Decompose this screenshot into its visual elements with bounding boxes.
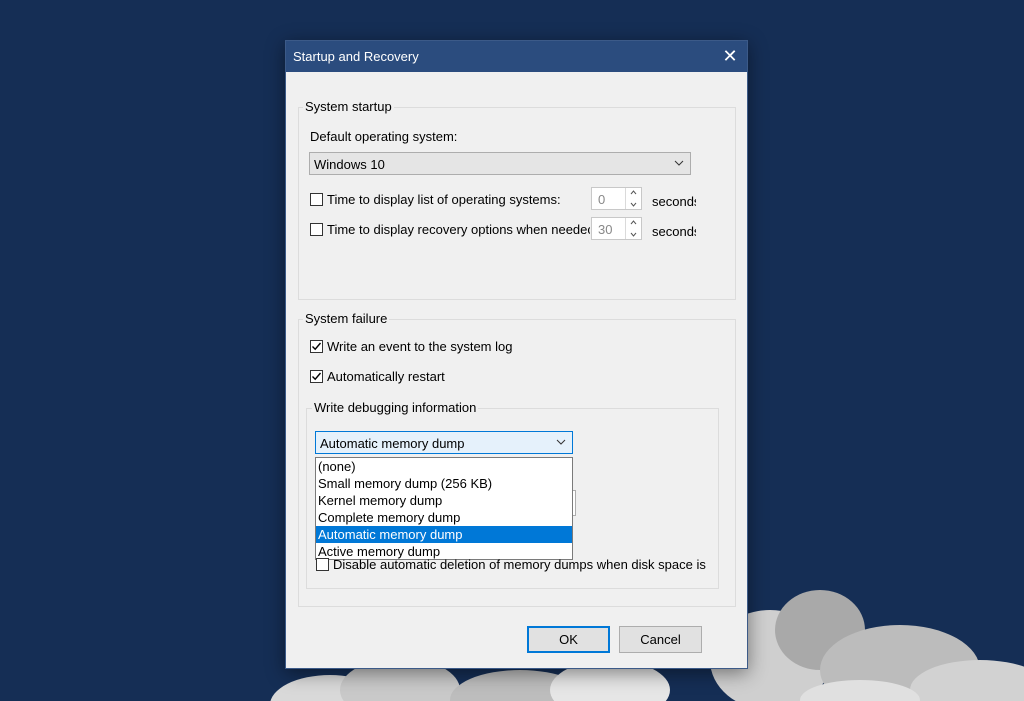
unit-clip-mask xyxy=(696,186,726,256)
dump-option[interactable]: Complete memory dump xyxy=(316,509,572,526)
auto-restart-label: Automatically restart xyxy=(327,369,445,384)
display-list-spinner[interactable]: 0 xyxy=(591,187,642,210)
default-os-select[interactable]: Windows 10 xyxy=(309,152,691,175)
auto-restart-checkbox[interactable] xyxy=(310,370,323,383)
chevron-down-icon xyxy=(674,160,684,166)
dump-type-list[interactable]: (none) Small memory dump (256 KB) Kernel… xyxy=(315,457,573,560)
disable-auto-delete-row: Disable automatic deletion of memory dum… xyxy=(316,557,708,575)
chevron-down-icon xyxy=(556,439,566,445)
dump-option-selected[interactable]: Automatic memory dump xyxy=(316,526,572,543)
disable-auto-delete-checkbox[interactable] xyxy=(316,558,329,571)
display-recovery-spinner[interactable]: 30 xyxy=(591,217,642,240)
spin-up-icon[interactable] xyxy=(626,188,641,198)
display-recovery-label: Time to display recovery options when ne… xyxy=(327,222,590,237)
default-os-value: Windows 10 xyxy=(314,157,385,172)
dump-option[interactable]: (none) xyxy=(316,458,572,475)
display-list-value: 0 xyxy=(598,192,606,207)
write-event-checkbox[interactable] xyxy=(310,340,323,353)
checkmark-icon xyxy=(312,372,322,381)
display-list-unit: seconds xyxy=(652,194,701,209)
close-icon: ✕ xyxy=(722,46,738,66)
dump-option[interactable]: Kernel memory dump xyxy=(316,492,572,509)
dialog-title: Startup and Recovery xyxy=(293,49,419,64)
write-event-label: Write an event to the system log xyxy=(327,339,513,354)
display-recovery-row: Time to display recovery options when ne… xyxy=(310,222,590,240)
system-failure-title: System failure xyxy=(303,311,390,326)
auto-restart-row: Automatically restart xyxy=(310,369,610,387)
dump-option[interactable]: Small memory dump (256 KB) xyxy=(316,475,572,492)
startup-recovery-dialog: Startup and Recovery ✕ System startup De… xyxy=(285,40,748,669)
debug-info-title: Write debugging information xyxy=(312,400,479,415)
spin-up-icon[interactable] xyxy=(626,218,641,228)
display-recovery-checkbox[interactable] xyxy=(310,223,323,236)
default-os-label: Default operating system: xyxy=(310,129,458,144)
display-recovery-unit: seconds xyxy=(652,224,701,239)
write-event-row: Write an event to the system log xyxy=(310,339,610,357)
spin-down-icon[interactable] xyxy=(626,229,641,239)
display-recovery-value: 30 xyxy=(598,222,613,237)
system-startup-title: System startup xyxy=(303,99,394,114)
spin-down-icon[interactable] xyxy=(626,199,641,209)
cancel-button[interactable]: Cancel xyxy=(619,626,702,653)
close-button[interactable]: ✕ xyxy=(713,41,747,72)
display-list-checkbox[interactable] xyxy=(310,193,323,206)
ok-button[interactable]: OK xyxy=(527,626,610,653)
disable-auto-delete-label: Disable automatic deletion of memory dum… xyxy=(333,557,708,572)
display-list-label: Time to display list of operating system… xyxy=(327,192,561,207)
display-list-row: Time to display list of operating system… xyxy=(310,192,580,210)
title-bar[interactable]: Startup and Recovery ✕ xyxy=(286,41,747,72)
checkmark-icon xyxy=(312,342,322,351)
dump-type-value: Automatic memory dump xyxy=(320,436,465,451)
dump-type-select[interactable]: Automatic memory dump xyxy=(315,431,573,454)
